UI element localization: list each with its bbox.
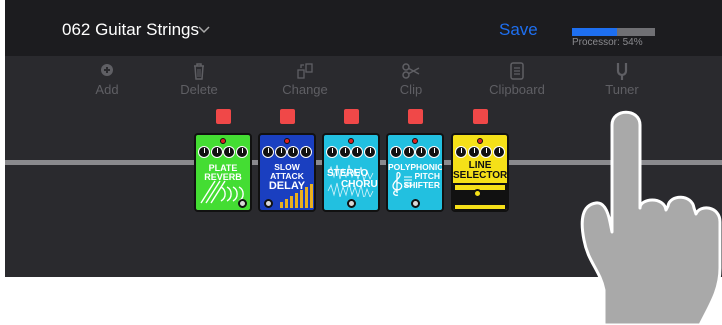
- clipboard-label: Clipboard: [489, 82, 545, 97]
- chevron-down-icon[interactable]: [197, 22, 211, 36]
- knob[interactable]: [338, 146, 351, 158]
- tuning-fork-icon: [577, 62, 667, 80]
- change-label: Change: [282, 82, 328, 97]
- pedalboard-app: 062 Guitar Strings Save Processor: 54% A…: [5, 0, 722, 277]
- clipboard-button[interactable]: Clipboard: [472, 62, 562, 97]
- bypass-toggle[interactable]: [216, 109, 231, 124]
- footswitch[interactable]: [473, 189, 482, 198]
- add-label: Add: [95, 82, 119, 97]
- pedal-line-selector[interactable]: LINE SELECTOR: [451, 133, 509, 212]
- pedal-title: LINE SELECTOR: [453, 160, 508, 181]
- save-button[interactable]: Save: [499, 20, 538, 40]
- knob[interactable]: [467, 146, 480, 158]
- preset-name[interactable]: 062 Guitar Strings: [62, 20, 199, 40]
- knob[interactable]: [363, 146, 376, 158]
- knob[interactable]: [390, 146, 402, 158]
- processor-meter: [572, 28, 655, 36]
- knob[interactable]: [299, 146, 312, 158]
- tuner-label: Tuner: [605, 82, 639, 97]
- knob[interactable]: [198, 146, 210, 158]
- knob[interactable]: [235, 146, 248, 158]
- led-indicator: [220, 138, 226, 144]
- pedal-stereo-chorus[interactable]: STEREOCHORUS: [322, 133, 380, 212]
- staff-lines-icon: [404, 176, 412, 187]
- footswitch[interactable]: [347, 199, 356, 208]
- footswitch[interactable]: [238, 199, 247, 208]
- pedal-title: PLATE REVERB: [204, 163, 242, 182]
- delete-label: Delete: [180, 82, 218, 97]
- swap-icon: [260, 62, 350, 80]
- knob[interactable]: [402, 146, 415, 158]
- delete-button[interactable]: Delete: [154, 62, 244, 97]
- plus-circle-icon: [62, 62, 152, 80]
- knob[interactable]: [351, 146, 364, 158]
- knob[interactable]: [492, 146, 505, 158]
- pedal-slow-attack-delay[interactable]: SLOW ATTACK DELAY: [258, 133, 316, 212]
- treble-clef-icon: [392, 171, 403, 196]
- clipboard-icon: [472, 62, 562, 80]
- knob[interactable]: [210, 146, 223, 158]
- knob[interactable]: [287, 146, 300, 158]
- bypass-toggle[interactable]: [473, 109, 488, 124]
- knob[interactable]: [223, 146, 236, 158]
- knob[interactable]: [274, 146, 287, 158]
- header-bar: 062 Guitar Strings Save Processor: 54%: [5, 0, 722, 56]
- knob[interactable]: [326, 146, 338, 158]
- bypass-toggle[interactable]: [344, 109, 359, 124]
- pedal-polyphonic-pitch-shifter[interactable]: POLYPHONIC PITCH SHIFTER: [386, 133, 444, 212]
- footswitch[interactable]: [264, 199, 273, 208]
- processor-label: Processor: 54%: [572, 37, 643, 48]
- led-indicator: [412, 138, 418, 144]
- bypass-toggle[interactable]: [280, 109, 295, 124]
- footswitch[interactable]: [411, 199, 420, 208]
- trash-icon: [154, 62, 244, 80]
- led-indicator: [348, 138, 354, 144]
- clip-label: Clip: [399, 82, 423, 97]
- tuner-button[interactable]: Tuner: [577, 62, 667, 97]
- pedal-plate-reverb[interactable]: PLATE REVERB: [194, 133, 252, 212]
- add-button[interactable]: Add: [62, 62, 152, 97]
- bypass-toggle[interactable]: [408, 109, 423, 124]
- pedal-title: STEREOCHORUS: [327, 168, 378, 190]
- led-indicator: [477, 138, 483, 144]
- knob[interactable]: [427, 146, 440, 158]
- slow-attack-delay-icon: [280, 184, 313, 208]
- knob[interactable]: [262, 146, 274, 158]
- knob[interactable]: [415, 146, 428, 158]
- processor-meter-fill: [572, 28, 617, 36]
- clip-button[interactable]: Clip: [366, 62, 456, 97]
- scissors-icon: [366, 62, 456, 80]
- knob[interactable]: [480, 146, 493, 158]
- change-button[interactable]: Change: [260, 62, 350, 97]
- knob[interactable]: [455, 146, 467, 158]
- led-indicator: [284, 138, 290, 144]
